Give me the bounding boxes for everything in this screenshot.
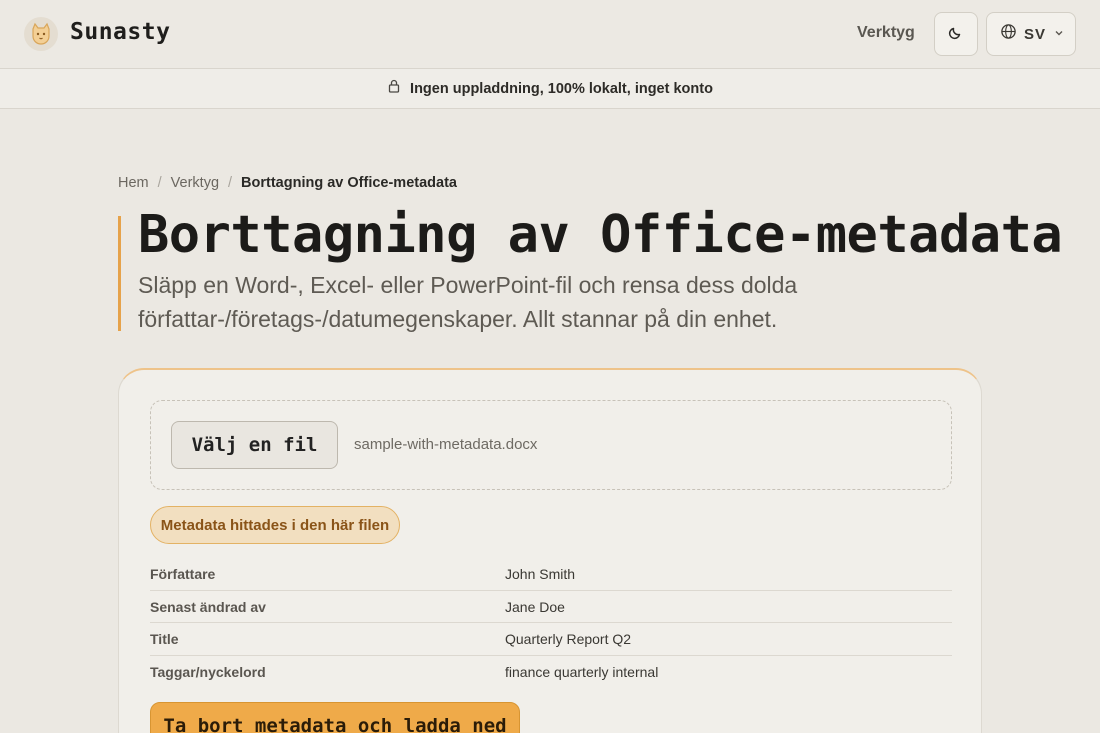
cat-logo-icon[interactable]	[24, 17, 58, 51]
page-subtitle: Släpp en Word-, Excel- eller PowerPoint-…	[138, 272, 798, 332]
selected-filename: sample-with-metadata.docx	[354, 436, 538, 453]
privacy-banner: Ingen uppladdning, 100% lokalt, inget ko…	[0, 69, 1100, 109]
table-row: Senast ändrad av Jane Doe	[150, 591, 952, 623]
nav-tools-link[interactable]: Verktyg	[857, 24, 915, 42]
metadata-value: Quarterly Report Q2	[505, 631, 632, 647]
breadcrumb-current: Borttagning av Office-metadata	[241, 175, 457, 191]
metadata-table: Författare John Smith Senast ändrad av J…	[150, 558, 952, 688]
language-code: SV	[1024, 25, 1047, 43]
metadata-key: Title	[150, 631, 179, 647]
metadata-value: Jane Doe	[505, 598, 565, 615]
breadcrumb-separator: /	[228, 175, 233, 191]
choose-file-button[interactable]: Välj en fil	[171, 421, 338, 469]
table-row: Title Quarterly Report Q2	[150, 623, 952, 656]
moon-icon	[948, 24, 964, 45]
table-row: Taggar/nyckelord finance quarterly inter…	[150, 656, 952, 689]
metadata-key: Taggar/nyckelord	[150, 663, 266, 680]
theme-toggle-button[interactable]	[934, 12, 978, 56]
breadcrumb-separator: /	[157, 175, 162, 191]
page-title: Borttagning av Office-metadata	[138, 205, 1063, 265]
metadata-found-badge: Metadata hittades i den här filen	[150, 506, 400, 544]
metadata-value: John Smith	[505, 566, 576, 582]
breadcrumb-tools[interactable]: Verktyg	[171, 175, 219, 191]
lock-icon	[387, 79, 401, 98]
file-dropzone[interactable]: Välj en fil sample-with-metadata.docx	[150, 400, 952, 490]
tool-card: Välj en fil sample-with-metadata.docx Me…	[118, 368, 982, 733]
metadata-key: Författare	[150, 566, 216, 582]
brand-name[interactable]: Sunasty	[70, 19, 170, 45]
chevron-down-icon	[1054, 25, 1064, 43]
globe-icon	[1000, 23, 1017, 45]
metadata-value: finance quarterly internal	[505, 663, 659, 680]
table-row: Författare John Smith	[150, 558, 952, 591]
banner-text: Ingen uppladdning, 100% lokalt, inget ko…	[410, 80, 713, 97]
site-header: Sunasty Verktyg SV	[0, 0, 1100, 69]
breadcrumb-home[interactable]: Hem	[118, 175, 149, 191]
remove-metadata-download-button[interactable]: Ta bort metadata och ladda ned	[150, 702, 520, 733]
title-accent-bar	[118, 216, 121, 331]
breadcrumb: Hem / Verktyg / Borttagning av Office-me…	[118, 175, 457, 191]
metadata-key: Senast ändrad av	[150, 598, 266, 615]
language-select[interactable]: SV	[986, 12, 1076, 56]
